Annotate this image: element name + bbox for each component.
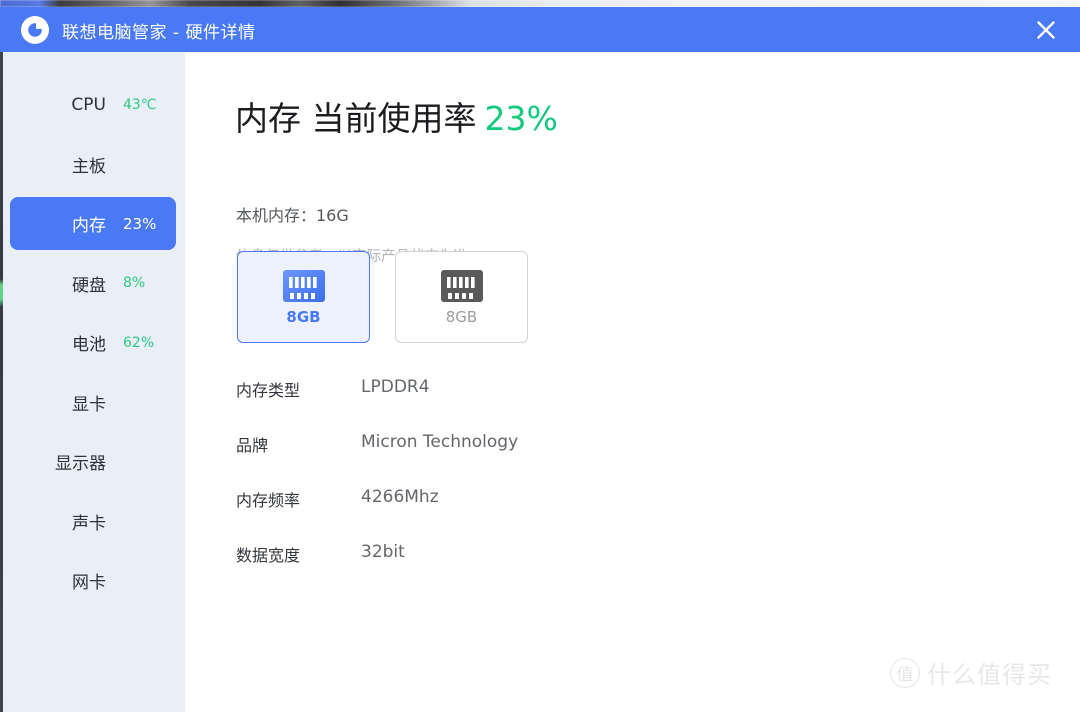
spec-value: LPDDR4: [361, 377, 430, 397]
total-memory-label: 本机内存：16G: [236, 206, 349, 225]
watermark: 值 什么值得买: [890, 655, 1052, 690]
sidebar-item-label: 显卡: [72, 394, 106, 415]
sidebar-item-label: 声卡: [72, 513, 106, 534]
spec-row: 数据宽度 32bit: [236, 542, 756, 597]
memory-spec-list: 内存类型 LPDDR4 品牌 Micron Technology 内存频率 4266Mhz…: [236, 377, 756, 597]
sidebar-item-1[interactable]: CPU 43℃: [10, 78, 176, 131]
sidebar-item-5[interactable]: 电池 62%: [10, 316, 176, 369]
title-bar: 联想电脑管家 - 硬件详情: [0, 7, 1080, 52]
ram-module-icon: [282, 269, 326, 303]
spec-row: 内存类型 LPDDR4: [236, 377, 756, 432]
sidebar-item-label: CPU: [71, 94, 106, 115]
memory-slot-card-2[interactable]: 8GB: [395, 251, 528, 343]
spec-value: 32bit: [361, 542, 405, 562]
sidebar-item-value: 62%: [123, 334, 155, 351]
sidebar-item-3[interactable]: 内存 23%: [10, 197, 176, 250]
spec-value: Micron Technology: [361, 432, 519, 452]
spec-row: 品牌 Micron Technology: [236, 432, 756, 487]
sidebar-item-value: 8%: [123, 275, 146, 291]
background-window-bleed-top: [0, 0, 1080, 7]
sidebar-item-2[interactable]: 主板: [10, 138, 176, 191]
spec-key: 数据宽度: [236, 546, 301, 565]
sidebar-item-label: 显示器: [55, 454, 106, 474]
memory-slot-capacity: 8GB: [445, 307, 478, 326]
spec-key: 内存类型: [236, 381, 301, 400]
sidebar-item-7[interactable]: 显示器: [10, 435, 176, 488]
spec-key: 内存频率: [236, 491, 301, 510]
watermark-logo-icon: 值: [890, 657, 920, 688]
watermark-text: 什么值得买: [927, 661, 1052, 689]
sidebar-item-6[interactable]: 显卡: [10, 376, 176, 429]
app-window: 联想电脑管家 - 硬件详情 CPU 43℃ 主板内存 23% 硬盘 8% 电池 62% 显卡显示…: [0, 0, 1080, 712]
spec-value: 4266Mhz: [361, 487, 439, 507]
memory-usage-percent: 23%: [484, 99, 558, 138]
page-title-text: 内存 当前使用率: [235, 99, 477, 138]
sidebar-item-label: 主板: [72, 156, 106, 177]
memory-slot-cards: 8GB 8GB: [237, 251, 528, 343]
main-content: 内存 当前使用率23% 本机内存：16G 信息仅供参考，以实际产品状态为准。 8…: [185, 52, 1080, 712]
sidebar-item-value: 43℃: [123, 96, 157, 113]
ram-module-icon: [440, 269, 484, 303]
sidebar-item-8[interactable]: 声卡: [10, 495, 176, 548]
sidebar-item-label: 网卡: [72, 573, 106, 593]
sidebar-item-9[interactable]: 网卡: [10, 554, 176, 607]
sidebar-item-label: 电池: [72, 335, 106, 355]
memory-slot-capacity: 8GB: [286, 307, 321, 326]
spec-row: 内存频率 4266Mhz: [236, 487, 756, 542]
page-title: 内存 当前使用率 23%: [235, 92, 558, 140]
memory-slot-card-1[interactable]: 8GB: [237, 251, 370, 343]
spec-key: 品牌: [236, 436, 269, 455]
sidebar-item-value: 23%: [123, 214, 157, 233]
window-title: 联想电脑管家 - 硬件详情: [62, 23, 256, 43]
close-icon[interactable]: [1028, 12, 1064, 48]
sidebar: CPU 43℃ 主板内存 23% 硬盘 8% 电池 62% 显卡显示器声卡网卡: [3, 52, 185, 712]
sidebar-item-label: 内存: [72, 216, 106, 236]
lenovo-l-logo-icon: [21, 16, 49, 44]
sidebar-item-4[interactable]: 硬盘 8%: [10, 257, 176, 310]
sidebar-item-label: 硬盘: [72, 275, 106, 296]
